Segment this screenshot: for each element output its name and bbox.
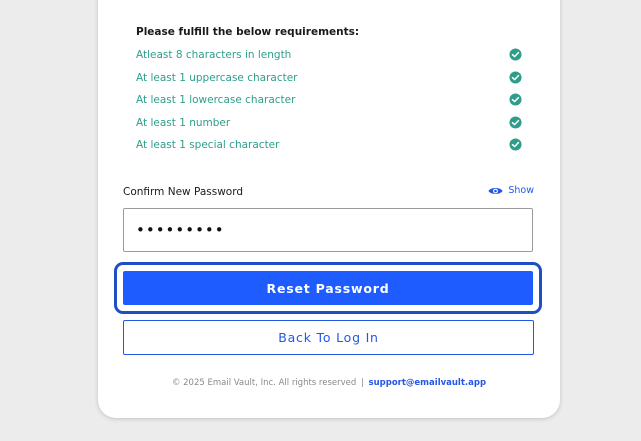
check-circle-icon xyxy=(509,70,522,84)
support-email-link[interactable]: support@emailvault.app xyxy=(369,378,487,388)
reset-password-button[interactable]: Reset Password xyxy=(123,271,533,305)
requirement-item: At least 1 special character xyxy=(136,137,522,160)
requirement-item: Atleast 8 characters in length xyxy=(136,47,522,70)
requirement-item: At least 1 number xyxy=(136,115,522,138)
check-circle-icon xyxy=(509,48,522,61)
confirm-password-field[interactable] xyxy=(123,208,533,252)
footer: © 2025 Email Vault, Inc. All rights rese… xyxy=(98,378,560,388)
eye-icon xyxy=(488,187,503,194)
show-password-label: Show xyxy=(508,185,534,196)
reset-password-focus-ring: Reset Password xyxy=(114,262,542,314)
copyright-text: © 2025 Email Vault, Inc. All rights rese… xyxy=(171,378,357,388)
requirement-item: At least 1 lowercase character xyxy=(136,92,522,115)
requirement-label: At least 1 lowercase character xyxy=(136,94,296,106)
requirement-label: Atleast 8 characters in length xyxy=(136,49,292,61)
footer-separator: | xyxy=(360,378,364,388)
confirm-password-label: Confirm New Password xyxy=(123,186,244,198)
requirement-label: At least 1 number xyxy=(136,116,231,129)
reset-password-card: Please fulfill the below requirements: A… xyxy=(98,0,560,418)
requirements-list: Atleast 8 characters in length At least … xyxy=(136,47,522,160)
show-password-toggle[interactable]: Show xyxy=(488,185,534,196)
requirement-label: At least 1 uppercase character xyxy=(136,71,298,84)
check-circle-icon xyxy=(509,138,522,151)
check-circle-icon xyxy=(509,93,522,106)
check-circle-icon xyxy=(509,115,522,129)
requirement-label: At least 1 special character xyxy=(136,139,280,151)
requirements-title: Please fulfill the below requirements: xyxy=(136,26,360,38)
requirement-item: At least 1 uppercase character xyxy=(136,70,522,93)
back-to-login-button[interactable]: Back To Log In xyxy=(123,320,534,355)
